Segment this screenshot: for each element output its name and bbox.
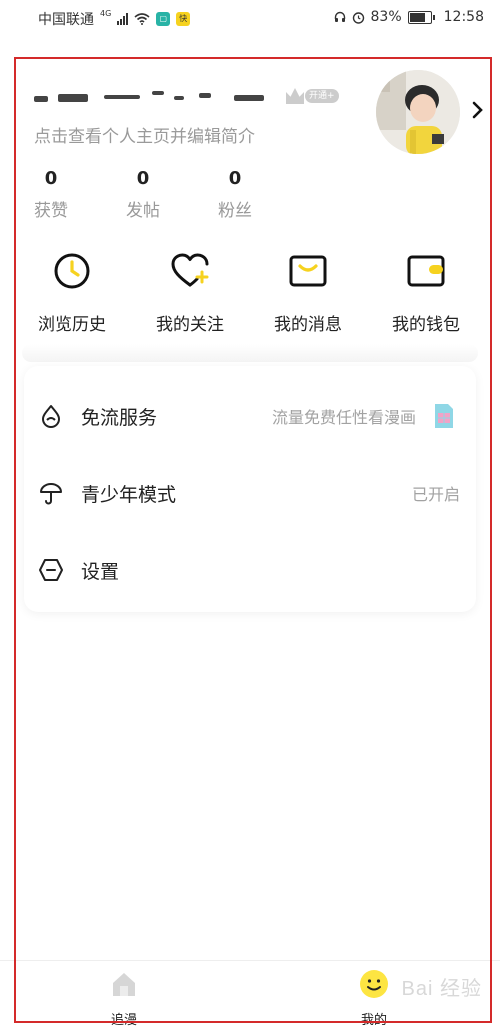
sim-card-icon [435,404,453,428]
section-divider [22,344,478,362]
quick-action-following-label: 我的关注 [156,315,224,335]
headset-icon [334,11,345,22]
alarm-icon [352,11,364,24]
network-type: 4G [100,8,112,18]
quick-action-history[interactable]: 浏览历史 [17,250,127,335]
signal-icon [117,13,129,25]
quick-action-history-label: 浏览历史 [38,315,106,335]
clock-time: 12:58 [443,9,484,25]
stat-fans-label: 粉丝 [218,201,252,221]
stat-fans[interactable]: 0 粉丝 [205,168,265,221]
carrier-name: 中国联通 [38,12,94,28]
menu-item-free-data[interactable]: 免流服务 流量免费任性看漫画 [24,386,476,446]
menu-item-settings-label: 设置 [81,560,120,583]
stat-likes[interactable]: 0 获赞 [21,168,81,221]
quick-action-following[interactable]: 我的关注 [135,250,245,335]
tab-follow-comics-label: 追漫 [110,1013,137,1028]
stat-posts-label: 发帖 [126,201,160,221]
battery-percent: 83% [370,9,402,25]
umbrella-icon [40,483,62,505]
stat-fans-count: 0 [228,168,242,189]
stat-posts-count: 0 [136,168,150,189]
app-notification-icon: ▢ [156,12,171,26]
watermark: Bai 经验 [401,978,482,1000]
message-icon [289,255,327,287]
quick-action-messages[interactable]: 我的消息 [253,250,363,335]
quick-action-messages-label: 我的消息 [274,315,342,335]
clock-icon [54,253,90,289]
wifi-icon [134,13,150,25]
chevron-right-icon[interactable] [468,98,486,122]
menu-item-free-data-detail: 流量免费任性看漫画 [271,408,416,427]
menu-item-teen-mode[interactable]: 青少年模式 已开启 [24,463,476,523]
profile-subtitle[interactable]: 点击查看个人主页并编辑简介 [34,122,255,147]
settings-menu: 免流服务 流量免费任性看漫画 青少年模式 已开启 设置 [24,366,476,612]
heart-plus-icon [171,253,209,287]
tab-follow-comics[interactable]: 追漫 [84,969,164,1028]
smile-face-icon [360,970,388,998]
wallet-icon [407,255,445,287]
vip-badge-label: 开通+ [305,89,339,103]
status-bar: 中国联通 4G ▢ 快 83% 12:58 [0,0,500,34]
stat-posts[interactable]: 0 发帖 [113,168,173,221]
stat-likes-count: 0 [44,168,58,189]
menu-item-teen-mode-label: 青少年模式 [81,483,177,506]
quick-action-wallet[interactable]: 我的钱包 [371,250,481,335]
stat-likes-label: 获赞 [34,201,68,221]
quick-action-wallet-label: 我的钱包 [392,315,460,335]
tab-mine-label: 我的 [360,1013,387,1028]
vip-badge[interactable]: 开通+ [286,87,339,105]
settings-hexagon-icon [39,559,63,581]
home-icon [113,973,135,996]
kuaikan-notification-icon: 快 [176,12,191,26]
menu-item-teen-mode-status: 已开启 [411,485,460,504]
menu-item-settings[interactable]: 设置 [24,540,476,600]
avatar[interactable] [376,70,460,154]
crown-icon [286,88,304,104]
battery-icon [407,10,435,24]
menu-item-free-data-label: 免流服务 [81,406,158,429]
water-drop-icon [42,405,60,428]
username-redacted[interactable] [34,88,274,104]
